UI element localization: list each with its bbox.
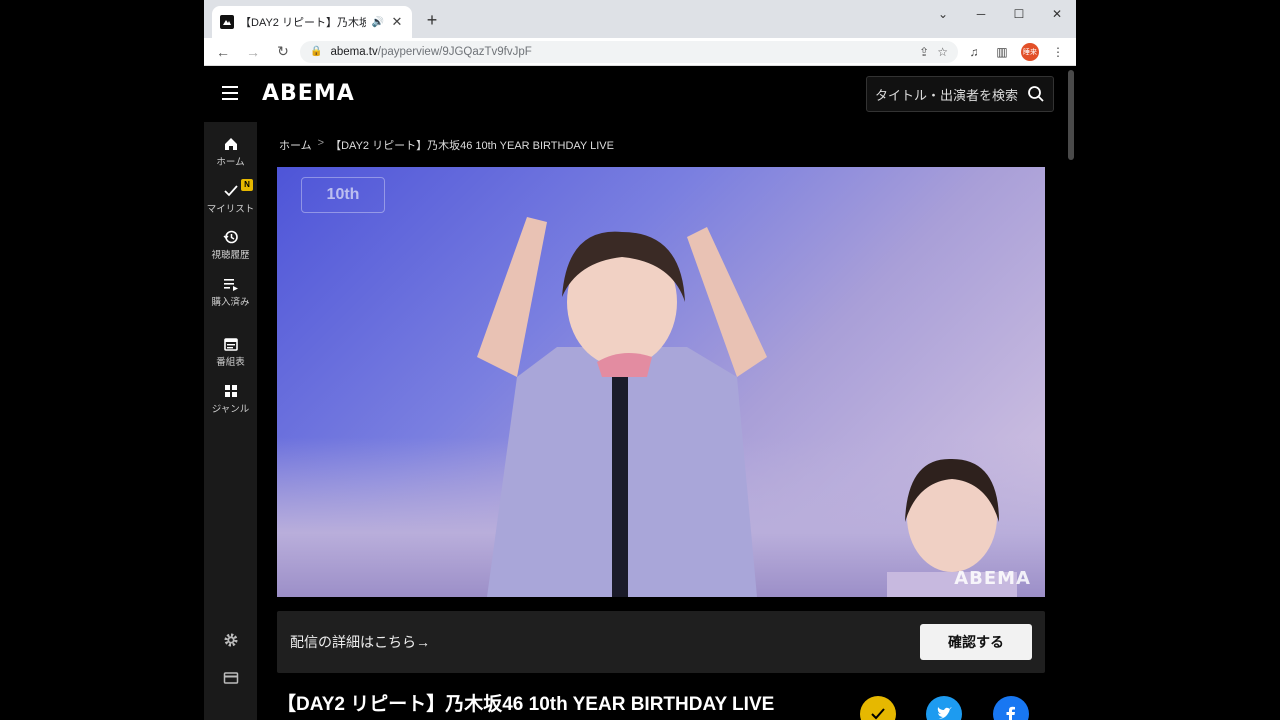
site-header: ABEMA タイトル・出演者を検索	[204, 66, 1068, 122]
facebook-share-button[interactable]	[993, 696, 1029, 720]
payment-button[interactable]	[204, 670, 257, 688]
video-player[interactable]: 10th ABEMA	[277, 167, 1045, 597]
close-tab-icon[interactable]: ✕	[390, 14, 404, 30]
sidebar-item-label: ホーム	[216, 157, 245, 168]
window-controls: ⌄ ─ ☐ ✕	[924, 0, 1076, 28]
address-bar[interactable]: 🔒 abema.tv/payperview/9JGQazTv9fvJpF ⇪ ☆	[300, 40, 958, 63]
share-icon[interactable]: ⇪	[919, 45, 929, 59]
search-icon[interactable]	[1027, 85, 1045, 103]
sidebar-item-history[interactable]: 視聴履歴	[204, 229, 257, 261]
twitter-bird-icon	[937, 707, 952, 719]
side-panel-icon[interactable]: ▥	[990, 40, 1014, 64]
forward-icon[interactable]: →	[240, 40, 266, 64]
back-icon[interactable]: ←	[210, 40, 236, 64]
sidebar-item-purchased[interactable]: 購入済み	[204, 276, 257, 308]
breadcrumb-current: 【DAY2 リピート】乃木坂46 10th YEAR BIRTHDAY LIVE	[330, 140, 614, 152]
twitter-share-button[interactable]	[926, 696, 962, 720]
notice-text[interactable]: 配信の詳細はこちら→	[290, 632, 430, 652]
maximize-icon[interactable]: ☐	[1000, 0, 1038, 28]
reload-icon[interactable]: ↻	[270, 40, 296, 64]
browser-tab[interactable]: 【DAY2 リピート】乃木坂46 10th 🔊 ✕	[212, 6, 412, 38]
confirm-button[interactable]: 確認する	[920, 624, 1032, 660]
avatar: 睡来	[1021, 42, 1039, 61]
browser-window: 【DAY2 リピート】乃木坂46 10th 🔊 ✕ + ⌄ ─ ☐ ✕ ← → …	[204, 0, 1076, 720]
new-badge: N	[241, 179, 253, 191]
media-control-icon[interactable]: ♫	[962, 40, 986, 64]
facebook-icon	[1006, 706, 1015, 720]
history-icon	[223, 230, 238, 244]
tab-title: 【DAY2 リピート】乃木坂46 10th	[240, 17, 366, 29]
page-scrollbar[interactable]	[1068, 70, 1074, 160]
sidebar-item-label: 購入済み	[211, 297, 250, 308]
speaker-icon[interactable]: 🔊	[372, 17, 384, 28]
tab-search-icon[interactable]: ⌄	[924, 0, 962, 28]
close-window-icon[interactable]: ✕	[1038, 0, 1076, 28]
breadcrumb-home-link[interactable]: ホーム	[279, 137, 312, 153]
breadcrumb: ホーム > 【DAY2 リピート】乃木坂46 10th YEAR BIRTHDA…	[279, 137, 614, 153]
abema-page: ABEMA タイトル・出演者を検索 ホーム マイリスト N 視聴履歴 購入済み …	[204, 66, 1076, 720]
sidebar-item-mylist[interactable]: マイリスト N	[204, 179, 257, 215]
tab-strip: 【DAY2 リピート】乃木坂46 10th 🔊 ✕ + ⌄ ─ ☐ ✕	[204, 0, 1076, 38]
url-path: /payperview/9JGQazTv9fvJpF	[377, 45, 532, 58]
sidebar-item-genre[interactable]: ジャンル	[204, 383, 257, 415]
menu-kebab-icon[interactable]: ⋮	[1046, 40, 1070, 64]
minimize-icon[interactable]: ─	[962, 0, 1000, 28]
lock-icon[interactable]: 🔒	[310, 46, 322, 57]
check-icon	[871, 708, 885, 720]
sidebar-item-label: 番組表	[216, 357, 245, 368]
notice-banner: 配信の詳細はこちら→ 確認する	[277, 611, 1045, 673]
abema-logo[interactable]: ABEMA	[262, 81, 355, 106]
sidebar-item-home[interactable]: ホーム	[204, 136, 257, 168]
browser-toolbar: ← → ↻ 🔒 abema.tv/payperview/9JGQazTv9fvJ…	[204, 38, 1076, 66]
live-logo-watermark: 10th	[301, 177, 385, 213]
sidebar-item-label: マイリスト	[206, 204, 255, 215]
chevron-right-icon: >	[317, 137, 325, 149]
check-icon	[223, 185, 238, 197]
new-tab-button[interactable]: +	[420, 8, 444, 32]
url-host: abema.tv	[330, 45, 378, 58]
sidebar-item-schedule[interactable]: 番組表	[204, 336, 257, 368]
side-navigation: ホーム マイリスト N 視聴履歴 購入済み 番組表 ジャンル	[204, 122, 257, 720]
mylist-add-button[interactable]	[860, 696, 896, 720]
program-title: 【DAY2 リピート】乃木坂46 10th YEAR BIRTHDAY LIVE	[277, 694, 775, 715]
abema-watermark: ABEMA	[954, 568, 1031, 589]
calendar-icon	[223, 338, 238, 351]
sidebar-item-label: 視聴履歴	[211, 250, 250, 261]
sidebar-item-label: ジャンル	[211, 404, 250, 415]
credit-card-icon	[223, 672, 238, 684]
abema-favicon-icon	[220, 15, 234, 29]
search-box[interactable]: タイトル・出演者を検索	[866, 76, 1054, 112]
settings-button[interactable]	[204, 632, 257, 650]
gear-icon	[224, 633, 237, 647]
hamburger-menu-icon[interactable]	[222, 86, 238, 100]
performer-figure	[477, 217, 767, 597]
bookmark-star-icon[interactable]: ☆	[937, 45, 948, 59]
profile-button[interactable]: 睡来	[1018, 40, 1042, 64]
grid-icon	[224, 385, 237, 397]
search-placeholder: タイトル・出演者を検索	[875, 87, 1019, 103]
playlist-icon	[223, 279, 238, 291]
home-icon	[224, 138, 237, 150]
